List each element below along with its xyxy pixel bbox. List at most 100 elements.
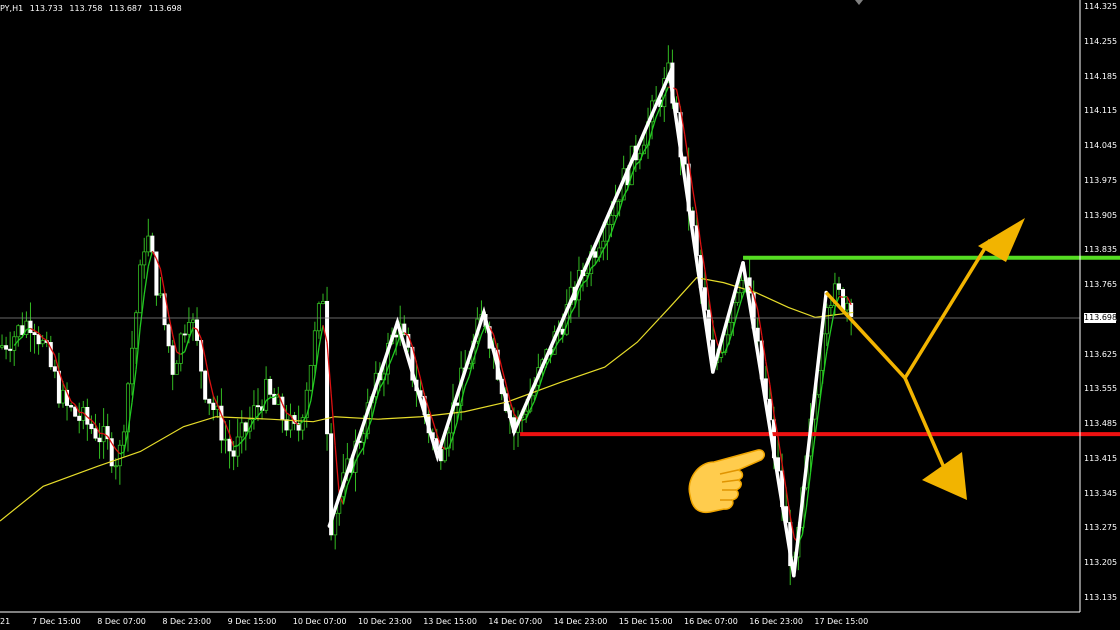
fast-ma-segment [143,266,149,295]
candle-body [52,366,57,372]
zigzag-point [711,370,715,374]
candle-body [227,438,232,452]
y-tick-label: 114.045 [1084,141,1118,151]
candle-body [69,405,74,408]
candle-body [223,438,228,441]
candle-body [394,334,399,338]
zigzag-point [327,524,332,528]
candle-body [325,300,330,435]
candle-body [93,428,98,439]
up-arrow-head [978,218,1025,262]
fast-ma-segment [17,336,23,342]
candle-body [735,292,740,303]
chart-shift-marker[interactable] [855,0,863,5]
fast-ma-segment [241,436,247,443]
candle-body [178,333,183,364]
fast-ma-segment [257,410,263,417]
candle-body [203,370,208,400]
candle-body [264,378,269,411]
close-value: 113.698 [148,4,182,13]
candle-body [207,398,212,404]
x-tick-label: 8 Dec 07:00 [97,617,146,626]
pointing-hand-icon [688,449,766,514]
x-tick-label: 16 Dec 07:00 [684,617,738,626]
fast-ma-segment [184,338,190,352]
y-tick-label: 113.345 [1084,488,1118,498]
candle-body [828,305,833,308]
fast-ma-segment [618,196,625,211]
y-tick-label: 113.275 [1084,523,1118,533]
candle-body [16,325,21,338]
fast-ma-segment [371,401,377,420]
candle-body [284,419,289,431]
x-tick-label: 15 Dec 15:00 [618,617,673,626]
fast-ma-segment [224,423,231,435]
fast-ma-segment [842,295,848,298]
zigzag-point [482,310,486,315]
candle-body [841,289,846,311]
fast-ma-segment [42,337,48,341]
y-tick-label: 113.555 [1084,384,1118,394]
candle-body [268,378,273,395]
x-tick-label: 14 Dec 07:00 [488,617,543,626]
candle-body [182,333,187,336]
x-tick-label: 10 Dec 23:00 [358,617,412,626]
fast-ma-segment [480,325,487,335]
candle-body [312,330,317,366]
fast-ma-segment [594,257,600,265]
fast-ma-segment [570,306,576,315]
candle-body [190,319,195,323]
zigzag-point [792,573,796,578]
candle-body [142,251,147,266]
candle-body [130,347,135,385]
candle-body [593,251,598,258]
candle-body [28,320,33,333]
y-tick-label: 113.905 [1084,210,1118,220]
candle-body [138,264,143,314]
candle-body [845,302,850,311]
fast-ma-segment [655,107,661,118]
fast-ma-segment [346,474,353,486]
candle-body [113,465,118,468]
fast-ma-segment [521,418,527,422]
down-projection-line [903,377,947,471]
candle-body [251,405,256,421]
fast-ma-segment [147,251,153,267]
fast-ma-segment [464,375,470,387]
candle-body [77,415,82,421]
symbol-label: PY,H1 [0,4,24,13]
chart-canvas [0,0,1120,613]
y-tick-label: 113.135 [1084,593,1118,602]
candle-body [609,215,614,225]
y-tick-label: 113.415 [1084,453,1118,463]
x-tick-label: 8 Dec 23:00 [162,617,212,626]
candle-body [146,235,151,253]
fast-ma-segment [270,396,275,399]
candle-body [40,340,45,345]
fast-ma-segment [635,160,641,166]
y-tick-label: 114.185 [1084,71,1118,81]
fast-ma-segment [70,400,76,406]
fast-ma-segment [415,362,422,379]
y-tick-label: 113.975 [1084,175,1118,185]
y-tick-label: 113.765 [1084,280,1118,290]
fast-ma-segment [359,447,365,455]
candle-body [316,303,321,332]
candle-body [97,437,102,443]
candle-body [60,389,65,404]
x-tick-label: 9 Dec 15:00 [227,617,277,626]
candle-body [320,300,325,305]
fast-ma-segment [391,347,397,359]
x-tick-label: 7 Dec 15:00 [32,617,81,626]
x-tick-label: 10 Dec 07:00 [292,617,347,626]
y-tick-label: 114.325 [1084,2,1118,11]
fast-ma-segment [379,380,385,389]
fast-ma-segment [159,269,166,292]
candle-body [308,365,313,391]
zigzag-point [667,72,672,76]
x-tick-label-corner: 21 [0,617,11,626]
fast-ma-segment [558,336,564,342]
candle-body [727,321,732,336]
x-tick-label: 16 Dec 23:00 [749,617,803,626]
y-tick-label: 113.485 [1084,419,1118,429]
